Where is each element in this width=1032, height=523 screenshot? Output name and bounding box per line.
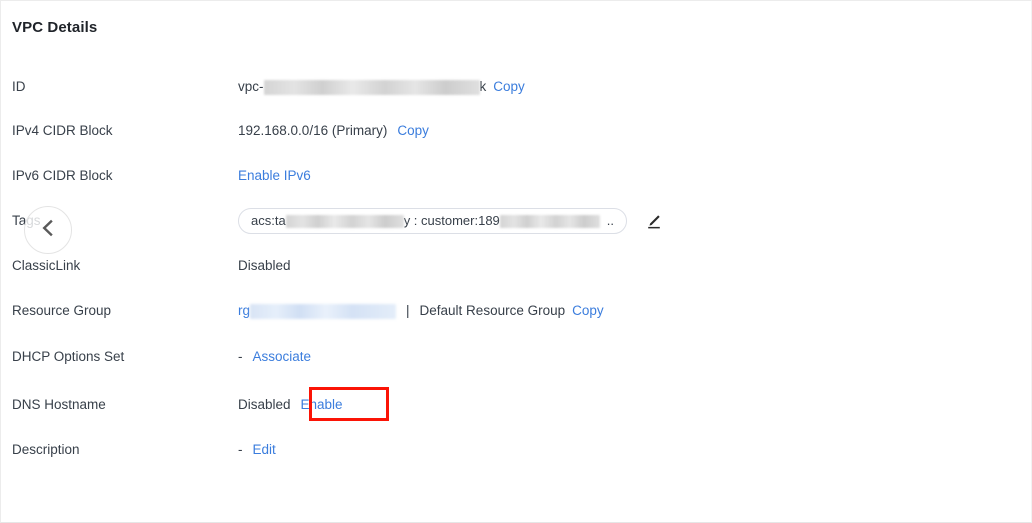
detail-row-description: Description - Edit bbox=[1, 437, 1031, 463]
associate-dhcp-options-set-link[interactable]: Associate bbox=[253, 344, 312, 370]
resource-group-name: Default Resource Group bbox=[419, 303, 566, 318]
vpc-details-panel: VPC Details ID vpc-k Copy IPv4 CIDR Block… bbox=[0, 0, 1032, 523]
row-value-classiclink: Disabled bbox=[238, 258, 291, 273]
detail-row-dhcp-options-set: DHCP Options Set - Associate bbox=[1, 344, 1031, 370]
detail-row-id: ID vpc-k Copy bbox=[1, 74, 1031, 100]
edit-description-link[interactable]: Edit bbox=[253, 437, 276, 463]
row-value-description: - Edit bbox=[238, 437, 1023, 463]
row-value-id: vpc-k Copy bbox=[238, 74, 1023, 100]
tag-chip-redacted-block-2 bbox=[499, 214, 600, 228]
detail-row-resource-group: Resource Group rg | Default Resource Group… bbox=[1, 298, 1031, 324]
row-label-id: ID bbox=[12, 79, 26, 94]
row-label-ipv4-cidr: IPv4 CIDR Block bbox=[12, 123, 113, 138]
copy-ipv4-cidr-link[interactable]: Copy bbox=[397, 118, 429, 144]
row-label-description: Description bbox=[12, 442, 80, 457]
vpc-id-redacted-block bbox=[263, 79, 480, 95]
detail-row-ipv4-cidr: IPv4 CIDR Block 192.168.0.0/16 (Primary)… bbox=[1, 118, 1031, 144]
tag-chip-mid: y : customer:189 bbox=[403, 213, 500, 228]
page-title: VPC Details bbox=[12, 19, 98, 36]
resource-group-id-prefix[interactable]: rg bbox=[238, 298, 250, 324]
tag-chip[interactable]: acs:ta y : customer:189.. bbox=[238, 208, 628, 234]
resource-group-separator: | bbox=[406, 303, 410, 318]
row-value-resource-group: rg | Default Resource Group Copy bbox=[238, 298, 1023, 324]
tag-chip-suffix: .. bbox=[606, 213, 615, 228]
tag-chip-redacted-block-1 bbox=[285, 214, 404, 228]
row-value-dhcp-options-set: - Associate bbox=[238, 344, 1023, 370]
resource-group-redacted-block bbox=[250, 303, 397, 319]
pencil-icon[interactable] bbox=[645, 213, 662, 230]
row-value-dns-hostname: Disabled Enable bbox=[238, 392, 1023, 418]
row-label-ipv6-cidr: IPv6 CIDR Block bbox=[12, 168, 113, 183]
row-value-ipv4-cidr: 192.168.0.0/16 (Primary) Copy bbox=[238, 118, 1023, 144]
row-value-ipv6-cidr: Enable IPv6 bbox=[238, 163, 1023, 189]
detail-row-ipv6-cidr: IPv6 CIDR Block Enable IPv6 bbox=[1, 163, 1031, 189]
detail-row-classiclink: ClassicLink Disabled bbox=[1, 253, 1031, 279]
dns-hostname-value: Disabled bbox=[238, 397, 291, 412]
row-label-resource-group: Resource Group bbox=[12, 303, 112, 318]
row-value-tags: acs:ta y : customer:189.. bbox=[238, 208, 1023, 234]
detail-row-dns-hostname: DNS Hostname Disabled Enable bbox=[1, 392, 1031, 418]
description-value: - bbox=[238, 442, 243, 457]
dhcp-options-set-value: - bbox=[238, 349, 243, 364]
enable-dns-hostname-link[interactable]: Enable bbox=[301, 392, 343, 418]
row-label-classiclink: ClassicLink bbox=[12, 258, 81, 273]
chevron-left-icon bbox=[38, 218, 58, 243]
row-label-dhcp-options-set: DHCP Options Set bbox=[12, 349, 125, 364]
copy-vpc-id-link[interactable]: Copy bbox=[493, 74, 525, 100]
vpc-id-suffix: k bbox=[479, 79, 487, 94]
vpc-id-prefix: vpc- bbox=[238, 79, 264, 94]
row-label-dns-hostname: DNS Hostname bbox=[12, 397, 106, 412]
collapse-panel-button[interactable] bbox=[24, 206, 72, 254]
detail-row-tags: Tags acs:tay : customer:189.. bbox=[1, 208, 1031, 234]
enable-ipv6-link[interactable]: Enable IPv6 bbox=[238, 163, 311, 189]
copy-resource-group-link[interactable]: Copy bbox=[572, 298, 604, 324]
tag-chip-prefix: acs:ta bbox=[251, 213, 286, 228]
ipv4-cidr-value: 192.168.0.0/16 (Primary) bbox=[238, 123, 388, 138]
